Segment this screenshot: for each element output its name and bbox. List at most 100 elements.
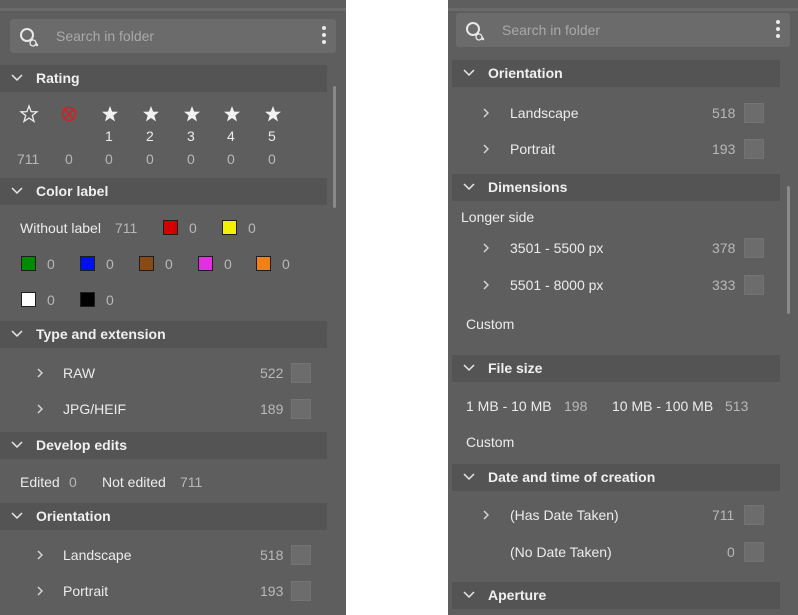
section-header-file-size[interactable]: File size [452, 355, 780, 382]
star-icon[interactable] [263, 104, 283, 124]
filter-checkbox[interactable] [291, 581, 311, 601]
dimensions-custom-link[interactable]: Custom [466, 316, 514, 332]
section-title: Aperture [488, 587, 547, 603]
chevron-down-icon [463, 591, 475, 599]
filter-item-label[interactable]: (Has Date Taken) [510, 507, 619, 523]
color-count: 0 [47, 292, 55, 308]
color-count: 0 [106, 256, 114, 272]
color-swatch-magenta[interactable] [198, 256, 213, 271]
section-header-type-extension[interactable]: Type and extension [0, 321, 327, 348]
filter-item-count: 711 [712, 507, 735, 523]
edited-filter[interactable]: Edited [20, 474, 60, 490]
section-header-develop-edits[interactable]: Develop edits [0, 432, 327, 459]
filter-checkbox[interactable] [744, 275, 764, 295]
file-size-count: 513 [725, 398, 749, 414]
filter-item-label[interactable]: (No Date Taken) [510, 544, 612, 560]
color-count: 0 [47, 256, 55, 272]
search-bar[interactable]: Search in folder [456, 13, 790, 47]
filter-checkbox[interactable] [744, 103, 764, 123]
color-swatch-green[interactable] [21, 256, 36, 271]
section-header-color-label[interactable]: Color label [0, 178, 327, 205]
filter-item-label[interactable]: 5501 - 8000 px [510, 277, 603, 293]
filter-item-label[interactable]: JPG/HEIF [63, 401, 126, 417]
section-header-orientation[interactable]: Orientation [0, 503, 327, 530]
section-title: Orientation [36, 508, 111, 524]
section-header-date-time[interactable]: Date and time of creation [452, 464, 780, 491]
star-icon[interactable] [182, 104, 202, 124]
color-swatch-white[interactable] [21, 292, 36, 307]
filter-item-label[interactable]: Landscape [510, 105, 579, 121]
chevron-right-icon[interactable] [481, 509, 491, 521]
rating-count: 711 [17, 151, 40, 167]
chevron-down-icon [11, 441, 23, 449]
color-swatch-yellow[interactable] [222, 220, 237, 235]
filter-checkbox[interactable] [291, 399, 311, 419]
filter-item-label[interactable]: Portrait [510, 141, 555, 157]
color-swatch-brown[interactable] [139, 256, 154, 271]
color-count: 0 [248, 220, 256, 236]
filter-checkbox[interactable] [744, 139, 764, 159]
section-title: Date and time of creation [488, 469, 656, 485]
star-icon[interactable] [100, 104, 120, 124]
section-header-dimensions[interactable]: Dimensions [452, 174, 780, 201]
rating-label: 4 [227, 128, 235, 144]
chevron-down-icon [463, 364, 475, 372]
filter-checkbox[interactable] [744, 505, 764, 525]
section-header-orientation[interactable]: Orientation [452, 60, 780, 87]
color-count: 0 [224, 256, 232, 272]
filter-checkbox[interactable] [291, 545, 311, 565]
star-outline-icon[interactable] [19, 104, 39, 124]
chevron-down-icon [11, 512, 23, 520]
color-swatch-red[interactable] [163, 220, 178, 235]
chevron-down-icon [11, 187, 23, 195]
rejected-icon[interactable] [59, 104, 79, 124]
search-folder-icon [20, 28, 39, 47]
rating-count: 0 [146, 151, 154, 167]
rating-count: 0 [65, 151, 73, 167]
search-input[interactable]: Search in folder [502, 22, 600, 38]
filter-checkbox[interactable] [744, 542, 764, 562]
star-icon[interactable] [141, 104, 161, 124]
filter-checkbox[interactable] [744, 238, 764, 258]
without-label-filter[interactable]: Without label [20, 220, 101, 236]
search-input[interactable]: Search in folder [56, 28, 154, 44]
filter-item-label[interactable]: Landscape [63, 547, 132, 563]
chevron-down-icon [463, 473, 475, 481]
file-size-filter[interactable]: 1 MB - 10 MB [466, 398, 552, 414]
filter-item-label[interactable]: RAW [63, 365, 95, 381]
color-swatch-blue[interactable] [80, 256, 95, 271]
filter-item-count: 522 [260, 365, 284, 381]
section-title: Dimensions [488, 179, 568, 195]
filter-checkbox[interactable] [291, 363, 311, 383]
chevron-right-icon[interactable] [35, 367, 45, 379]
chevron-right-icon[interactable] [35, 403, 45, 415]
right-filter-panel: Search in folder Orientation Landscape 5… [448, 0, 798, 615]
filter-item-count: 189 [260, 401, 284, 417]
chevron-right-icon[interactable] [481, 279, 491, 291]
color-swatch-black[interactable] [80, 292, 95, 307]
chevron-right-icon[interactable] [481, 242, 491, 254]
filter-item-label[interactable]: Portrait [63, 583, 108, 599]
search-bar[interactable]: Search in folder [10, 19, 336, 53]
section-title: Develop edits [36, 437, 128, 453]
chevron-right-icon[interactable] [481, 107, 491, 119]
section-header-aperture[interactable]: Aperture [452, 582, 780, 609]
chevron-right-icon[interactable] [35, 549, 45, 561]
more-options-icon[interactable] [776, 20, 780, 40]
color-count: 0 [106, 292, 114, 308]
filter-item-label[interactable]: 3501 - 5500 px [510, 240, 603, 256]
file-size-count: 198 [564, 398, 588, 414]
section-header-rating[interactable]: Rating [0, 65, 327, 92]
file-size-filter[interactable]: 10 MB - 100 MB [612, 398, 713, 414]
color-swatch-orange[interactable] [256, 256, 271, 271]
filter-item-count: 0 [727, 544, 735, 560]
scrollbar-thumb[interactable] [787, 186, 790, 314]
chevron-right-icon[interactable] [35, 585, 45, 597]
chevron-right-icon[interactable] [481, 143, 491, 155]
not-edited-filter[interactable]: Not edited [102, 474, 166, 490]
scrollbar-thumb[interactable] [333, 86, 336, 208]
star-icon[interactable] [222, 104, 242, 124]
more-options-icon[interactable] [322, 26, 326, 46]
section-title: Type and extension [36, 326, 166, 342]
file-size-custom-link[interactable]: Custom [466, 434, 514, 450]
